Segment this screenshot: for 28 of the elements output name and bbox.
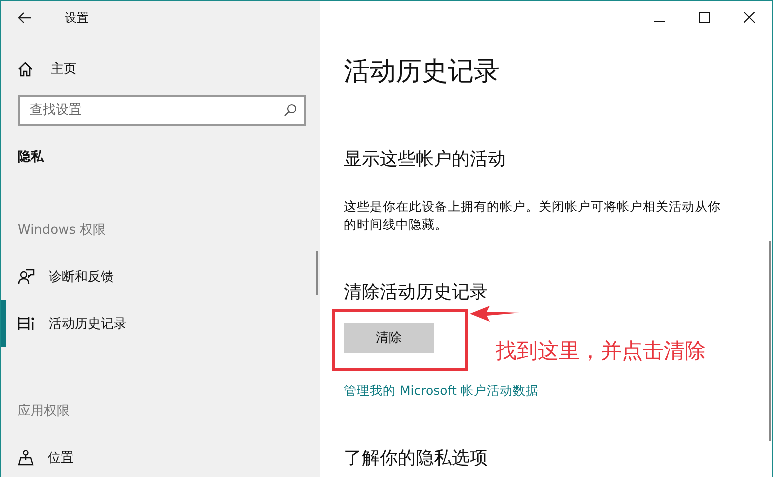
page-title: 活动历史记录 (344, 56, 501, 89)
pointer-arrow (470, 306, 520, 322)
group-heading: Windows 权限 (18, 222, 106, 239)
close-icon[interactable] (744, 12, 755, 23)
section-heading: 显示这些帐户的活动 (344, 148, 506, 171)
window-title: 设置 (65, 10, 89, 26)
search-field[interactable]: 查找设置 (18, 95, 306, 126)
clear-button[interactable]: 清除 (344, 323, 434, 353)
person-speech-icon (18, 268, 35, 284)
nav-item[interactable]: 诊断和反馈 (1, 253, 320, 300)
home-icon (18, 62, 33, 76)
manage-link[interactable]: 管理我的 Microsoft 帐户活动数据 (344, 383, 539, 400)
home-nav-item[interactable]: 主页 (18, 60, 77, 78)
section-heading: 清除活动历史记录 (344, 281, 488, 304)
timeline-icon (18, 316, 35, 331)
scrollbar[interactable] (769, 241, 771, 441)
person-pin-icon (18, 450, 34, 466)
search-icon (284, 104, 297, 117)
maximize-icon[interactable] (699, 12, 710, 23)
section-heading: 了解你的隐私选项 (344, 447, 488, 470)
scrollbar[interactable] (316, 251, 318, 295)
back-arrow-icon[interactable] (18, 12, 32, 24)
description-text: 这些是你在此设备上拥有的帐户。关闭帐户可将帐户相关活动从你的时间线中隐藏。 (344, 198, 722, 234)
group-heading: 应用权限 (18, 403, 70, 420)
nav-item[interactable]: 活动历史记录 (1, 300, 320, 347)
section-title: 隐私 (18, 149, 44, 166)
nav-item[interactable]: 位置 (1, 434, 320, 477)
annotation-text: 找到这里，并点击清除 (496, 338, 706, 365)
